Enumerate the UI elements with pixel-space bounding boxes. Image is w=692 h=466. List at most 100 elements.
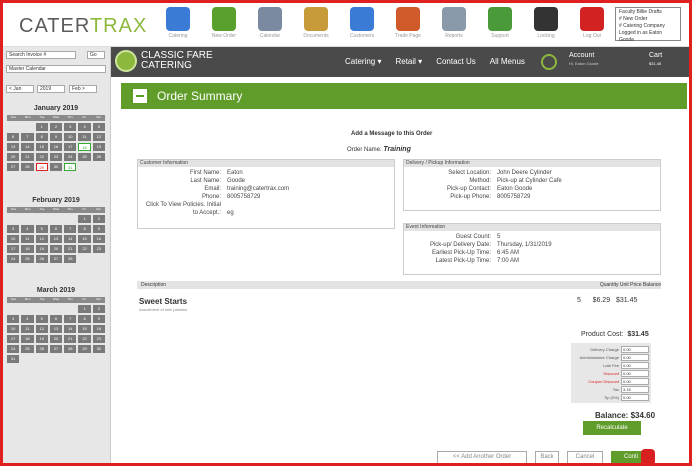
calendar-day[interactable]: 12 <box>35 235 48 243</box>
calendar-day[interactable]: 26 <box>35 255 48 263</box>
calendar-day[interactable]: 26 <box>35 345 48 353</box>
collapse-icon[interactable] <box>133 89 147 103</box>
calendar-day[interactable]: 15 <box>78 235 91 243</box>
calendar-day[interactable]: 20 <box>49 245 63 253</box>
calendar-day[interactable]: 11 <box>21 325 34 333</box>
calendar-day[interactable]: 5 <box>35 315 48 323</box>
calendar-day[interactable]: 18 <box>21 335 34 343</box>
calendar-day[interactable]: 16 <box>92 325 105 333</box>
calendar-view-select[interactable]: Master Calendar <box>6 65 106 73</box>
calendar-day[interactable]: 9 <box>92 315 105 323</box>
calendar-day[interactable]: 15 <box>78 325 91 333</box>
calendar-day[interactable]: 27 <box>49 255 63 263</box>
nav-retail[interactable]: Retail ▾ <box>395 57 422 66</box>
add-message-link[interactable]: Add a Message to this Order <box>351 131 432 137</box>
calendar-day[interactable]: 12 <box>92 133 105 141</box>
prev-month-button[interactable]: < Jan <box>6 85 34 93</box>
calendar-day[interactable]: 29 <box>78 345 91 353</box>
calendar-day[interactable]: 8 <box>78 315 91 323</box>
calendar-day[interactable]: 13 <box>49 235 63 243</box>
fee-input[interactable]: 0.00 <box>621 345 649 353</box>
calendar-day[interactable]: 24 <box>64 153 77 161</box>
year-select[interactable]: 2019 <box>37 85 65 93</box>
account-menu[interactable]: Account Hi, Eaton Goode <box>569 52 599 68</box>
calendar-day[interactable]: 25 <box>21 255 34 263</box>
calendar-day[interactable]: 22 <box>78 335 91 343</box>
calendar-day[interactable]: 17 <box>64 143 77 151</box>
brand[interactable]: CLASSIC FARE CATERING <box>115 50 213 72</box>
calendar-day[interactable]: 5 <box>35 225 48 233</box>
invoice-search-input[interactable]: Search Invoice # <box>6 51 76 59</box>
calendar-day[interactable]: 22 <box>78 245 91 253</box>
calendar-day[interactable]: 29 <box>35 163 48 171</box>
toolbar-customers-button[interactable]: Customers <box>339 7 385 45</box>
calendar-day[interactable]: 8 <box>35 133 48 141</box>
calendar-day[interactable]: 30 <box>49 163 63 171</box>
calendar-day[interactable]: 3 <box>64 123 77 131</box>
fee-input[interactable]: 0.00 <box>621 377 649 385</box>
nav-all-menus[interactable]: All Menus <box>490 57 525 66</box>
back-button[interactable]: Back <box>535 451 559 463</box>
calendar-day[interactable]: 21 <box>21 153 34 161</box>
calendar-day[interactable]: 28 <box>64 345 77 353</box>
calendar-day[interactable]: 3 <box>7 315 20 323</box>
calendar-day[interactable]: 4 <box>21 315 34 323</box>
calendar-day[interactable]: 3 <box>7 225 20 233</box>
calendar-day[interactable]: 19 <box>35 335 48 343</box>
calendar-day[interactable]: 30 <box>92 345 105 353</box>
calendar-day[interactable]: 28 <box>21 163 34 171</box>
calendar-day[interactable]: 28 <box>64 255 77 263</box>
next-month-button[interactable]: Feb > <box>69 85 97 93</box>
toolbar-support-button[interactable]: Support <box>477 7 523 45</box>
calendar-day[interactable]: 4 <box>21 225 34 233</box>
calendar-day[interactable]: 27 <box>7 163 20 171</box>
toolbar-logout-button[interactable]: Log Out <box>569 7 615 45</box>
calendar-day[interactable]: 21 <box>64 335 77 343</box>
toolbar-locking-button[interactable]: Locking <box>523 7 569 45</box>
toolbar-new-order-button[interactable]: New Order <box>201 7 247 45</box>
calendar-day[interactable]: 6 <box>7 133 20 141</box>
go-button[interactable]: Go <box>87 51 105 59</box>
fee-input[interactable]: 0.00 <box>621 353 649 361</box>
calendar-day[interactable]: 17 <box>7 335 20 343</box>
toolbar-catering-button[interactable]: Catering <box>155 7 201 45</box>
calendar-day[interactable]: 2 <box>92 305 105 313</box>
fee-input[interactable]: 0.00 <box>621 393 649 401</box>
calendar-day[interactable]: 10 <box>64 133 77 141</box>
calendar-day[interactable]: 2 <box>49 123 63 131</box>
calendar-day[interactable]: 19 <box>92 143 105 151</box>
recalculate-button[interactable]: Recalculate <box>583 421 641 435</box>
calendar-day[interactable]: 19 <box>35 245 48 253</box>
calendar-day[interactable]: 2 <box>92 215 105 223</box>
add-another-order-button[interactable]: << Add Another Order <box>437 451 527 463</box>
toolbar-reports-button[interactable]: Reports <box>431 7 477 45</box>
calendar-day[interactable]: 21 <box>64 245 77 253</box>
calendar-day[interactable]: 23 <box>49 153 63 161</box>
calendar-day[interactable]: 18 <box>21 245 34 253</box>
calendar-day[interactable]: 24 <box>7 345 20 353</box>
calendar-day[interactable]: 17 <box>7 245 20 253</box>
calendar-day[interactable]: 14 <box>64 235 77 243</box>
calendar-day[interactable]: 14 <box>64 325 77 333</box>
calendar-day[interactable]: 26 <box>92 153 105 161</box>
calendar-day[interactable]: 27 <box>49 345 63 353</box>
calendar-day[interactable]: 15 <box>35 143 48 151</box>
cart-button[interactable]: Cart $31.45 <box>649 52 662 68</box>
calendar-day[interactable]: 4 <box>78 123 91 131</box>
calendar-day[interactable]: 8 <box>78 225 91 233</box>
nav-contact-us[interactable]: Contact Us <box>436 57 476 66</box>
toolbar-documents-button[interactable]: Documents <box>293 7 339 45</box>
calendar-day[interactable]: 1 <box>35 123 48 131</box>
calendar-day[interactable]: 10 <box>7 325 20 333</box>
calendar-day[interactable]: 10 <box>7 235 20 243</box>
calendar-day[interactable]: 5 <box>92 123 105 131</box>
calendar-day[interactable]: 11 <box>78 133 91 141</box>
calendar-day[interactable]: 31 <box>64 163 77 171</box>
calendar-day[interactable]: 16 <box>92 235 105 243</box>
calendar-day[interactable]: 24 <box>7 255 20 263</box>
calendar-day[interactable]: 23 <box>92 245 105 253</box>
calendar-day[interactable]: 16 <box>49 143 63 151</box>
nav-catering[interactable]: Catering ▾ <box>345 57 381 66</box>
calendar-day[interactable]: 23 <box>92 335 105 343</box>
toolbar-trade-page-button[interactable]: Trade Page <box>385 7 431 45</box>
